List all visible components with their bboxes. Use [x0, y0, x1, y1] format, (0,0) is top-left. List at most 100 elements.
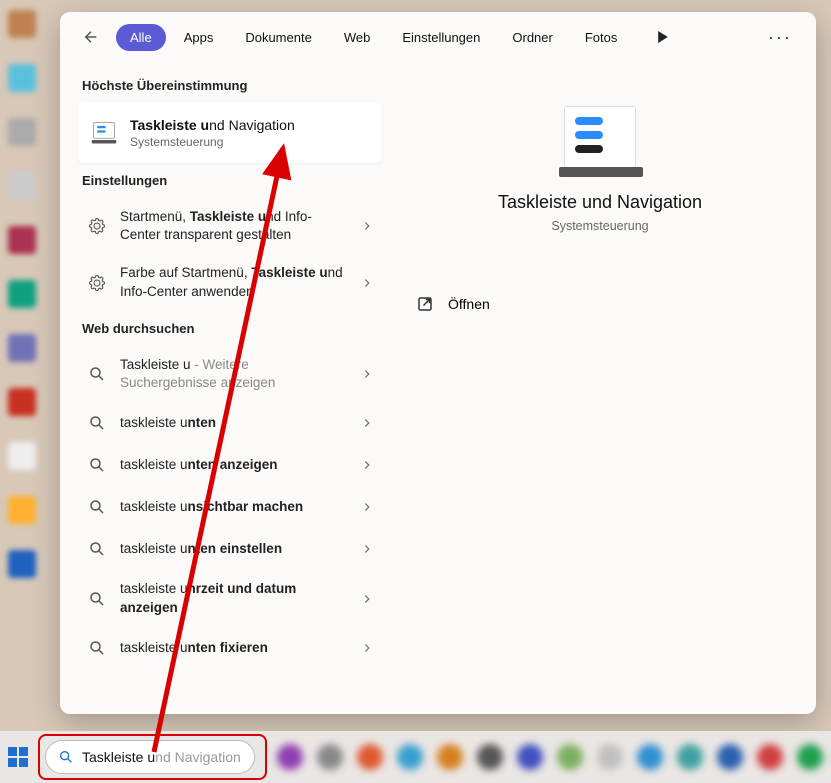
section-web: Web durchsuchen — [82, 321, 378, 336]
section-best-match: Höchste Übereinstimmung — [82, 78, 378, 93]
result-text: taskleiste unten fixieren — [120, 639, 348, 657]
filter-tab-web[interactable]: Web — [330, 24, 385, 51]
preview-content: Taskleiste und Navigation Systemsteuerun… — [408, 78, 792, 251]
taskbar-app-icon[interactable] — [397, 744, 423, 770]
arrow-left-icon — [82, 28, 100, 46]
options-button[interactable]: ··· — [760, 23, 800, 52]
taskbar-app-icon[interactable] — [717, 744, 743, 770]
desktop-icon[interactable] — [8, 388, 36, 416]
chevron-right-icon — [360, 542, 374, 556]
desktop-icon[interactable] — [8, 334, 36, 362]
search-typed-text: Taskleiste u — [82, 749, 155, 765]
preview-hero-icon — [564, 106, 636, 168]
web-result-item[interactable]: taskleiste unten fixieren — [78, 627, 382, 669]
filter-tab-ordner[interactable]: Ordner — [498, 24, 566, 51]
play-icon — [657, 31, 669, 43]
search-icon — [88, 365, 106, 383]
windows-logo-icon — [8, 747, 28, 767]
taskbar-search[interactable]: Taskleiste und Navigation — [45, 740, 255, 774]
search-icon — [88, 456, 106, 474]
taskbar-app-icon[interactable] — [437, 744, 463, 770]
desktop-icon[interactable] — [8, 550, 36, 578]
taskbar: Taskleiste und Navigation — [0, 731, 831, 783]
taskbar-app-icon[interactable] — [637, 744, 663, 770]
web-result-item[interactable]: taskleiste unsichtbar machen — [78, 486, 382, 528]
chevron-right-icon — [360, 458, 374, 472]
desktop-icon[interactable] — [8, 280, 36, 308]
taskbar-app-icon[interactable] — [677, 744, 703, 770]
result-text: taskleiste unten einstellen — [120, 540, 348, 558]
chevron-right-icon — [360, 592, 374, 606]
filter-tab-alle[interactable]: Alle — [116, 24, 166, 51]
search-autocomplete-hint: nd Navigation — [155, 749, 241, 765]
chevron-right-icon — [360, 641, 374, 655]
preview-open-button[interactable]: Öffnen — [408, 283, 792, 325]
filter-tabs: AlleAppsDokumenteWebEinstellungenOrdnerF… — [116, 24, 631, 51]
desktop-icon[interactable] — [8, 442, 36, 470]
taskbar-app-icon[interactable] — [597, 744, 623, 770]
result-text: Startmenü, Taskleiste und Info-Center tr… — [120, 208, 348, 244]
result-text: Farbe auf Startmenü, Taskleiste und Info… — [120, 264, 348, 300]
search-flyout: AlleAppsDokumenteWebEinstellungenOrdnerF… — [60, 12, 816, 714]
results-pane: Höchste Übereinstimmung Taskleiste und N… — [60, 58, 390, 714]
desktop-icon[interactable] — [8, 496, 36, 524]
search-icon — [88, 414, 106, 432]
result-text: Taskleiste u - Weitere Suchergebnisse an… — [120, 356, 348, 392]
preview-open-label: Öffnen — [448, 296, 490, 312]
taskbar-app-icon[interactable] — [317, 744, 343, 770]
taskbar-app-icon[interactable] — [517, 744, 543, 770]
back-button[interactable] — [76, 22, 106, 52]
web-result-item[interactable]: Taskleiste u - Weitere Suchergebnisse an… — [78, 346, 382, 402]
result-text: taskleiste uhrzeit und datum anzeigen — [120, 580, 348, 616]
more-filters-button[interactable] — [649, 23, 677, 51]
search-icon — [58, 749, 74, 765]
filter-tab-fotos[interactable]: Fotos — [571, 24, 632, 51]
taskbar-pinned-apps — [277, 744, 831, 770]
desktop-icon[interactable] — [8, 118, 36, 146]
web-result-item[interactable]: taskleiste unten anzeigen — [78, 444, 382, 486]
web-result-item[interactable]: taskleiste uhrzeit und datum anzeigen — [78, 570, 382, 626]
result-text: taskleiste unten — [120, 414, 348, 432]
settings-result-item[interactable]: Startmenü, Taskleiste und Info-Center tr… — [78, 198, 382, 254]
desktop-icon[interactable] — [8, 172, 36, 200]
web-result-item[interactable]: taskleiste unten einstellen — [78, 528, 382, 570]
taskbar-app-icon[interactable] — [357, 744, 383, 770]
gear-icon — [88, 217, 106, 235]
search-icon — [88, 540, 106, 558]
result-text: taskleiste unten anzeigen — [120, 456, 348, 474]
search-icon — [88, 498, 106, 516]
taskbar-app-icon[interactable] — [757, 744, 783, 770]
desktop-icon[interactable] — [8, 226, 36, 254]
search-icon — [88, 639, 106, 657]
filter-tab-dokumente[interactable]: Dokumente — [231, 24, 325, 51]
preview-subtitle: Systemsteuerung — [551, 219, 648, 233]
chevron-right-icon — [360, 219, 374, 233]
chevron-right-icon — [360, 276, 374, 290]
desktop-icon[interactable] — [8, 10, 36, 38]
search-input[interactable]: Taskleiste und Navigation — [82, 749, 242, 765]
search-topbar: AlleAppsDokumenteWebEinstellungenOrdnerF… — [60, 12, 816, 58]
taskbar-app-icon[interactable] — [277, 744, 303, 770]
preview-pane: Taskleiste und Navigation Systemsteuerun… — [390, 58, 816, 714]
taskbar-app-icon[interactable] — [477, 744, 503, 770]
taskbar-app-icon[interactable] — [797, 744, 823, 770]
section-settings: Einstellungen — [82, 173, 378, 188]
chevron-right-icon — [360, 500, 374, 514]
start-button[interactable] — [8, 740, 28, 774]
gear-icon — [88, 274, 106, 292]
ellipsis-icon: ··· — [768, 27, 792, 47]
desktop-icon[interactable] — [8, 64, 36, 92]
best-match-title: Taskleiste und Navigation — [130, 117, 295, 133]
taskbar-settings-icon — [90, 119, 118, 147]
preview-title: Taskleiste und Navigation — [498, 192, 702, 213]
best-match-item[interactable]: Taskleiste und Navigation Systemsteuerun… — [78, 103, 382, 163]
settings-result-item[interactable]: Farbe auf Startmenü, Taskleiste und Info… — [78, 254, 382, 310]
filter-tab-einstellungen[interactable]: Einstellungen — [388, 24, 494, 51]
best-match-subtitle: Systemsteuerung — [130, 135, 295, 149]
chevron-right-icon — [360, 367, 374, 381]
filter-tab-apps[interactable]: Apps — [170, 24, 228, 51]
chevron-right-icon — [360, 416, 374, 430]
taskbar-app-icon[interactable] — [557, 744, 583, 770]
web-result-item[interactable]: taskleiste unten — [78, 402, 382, 444]
desktop-icons-column — [0, 0, 44, 783]
